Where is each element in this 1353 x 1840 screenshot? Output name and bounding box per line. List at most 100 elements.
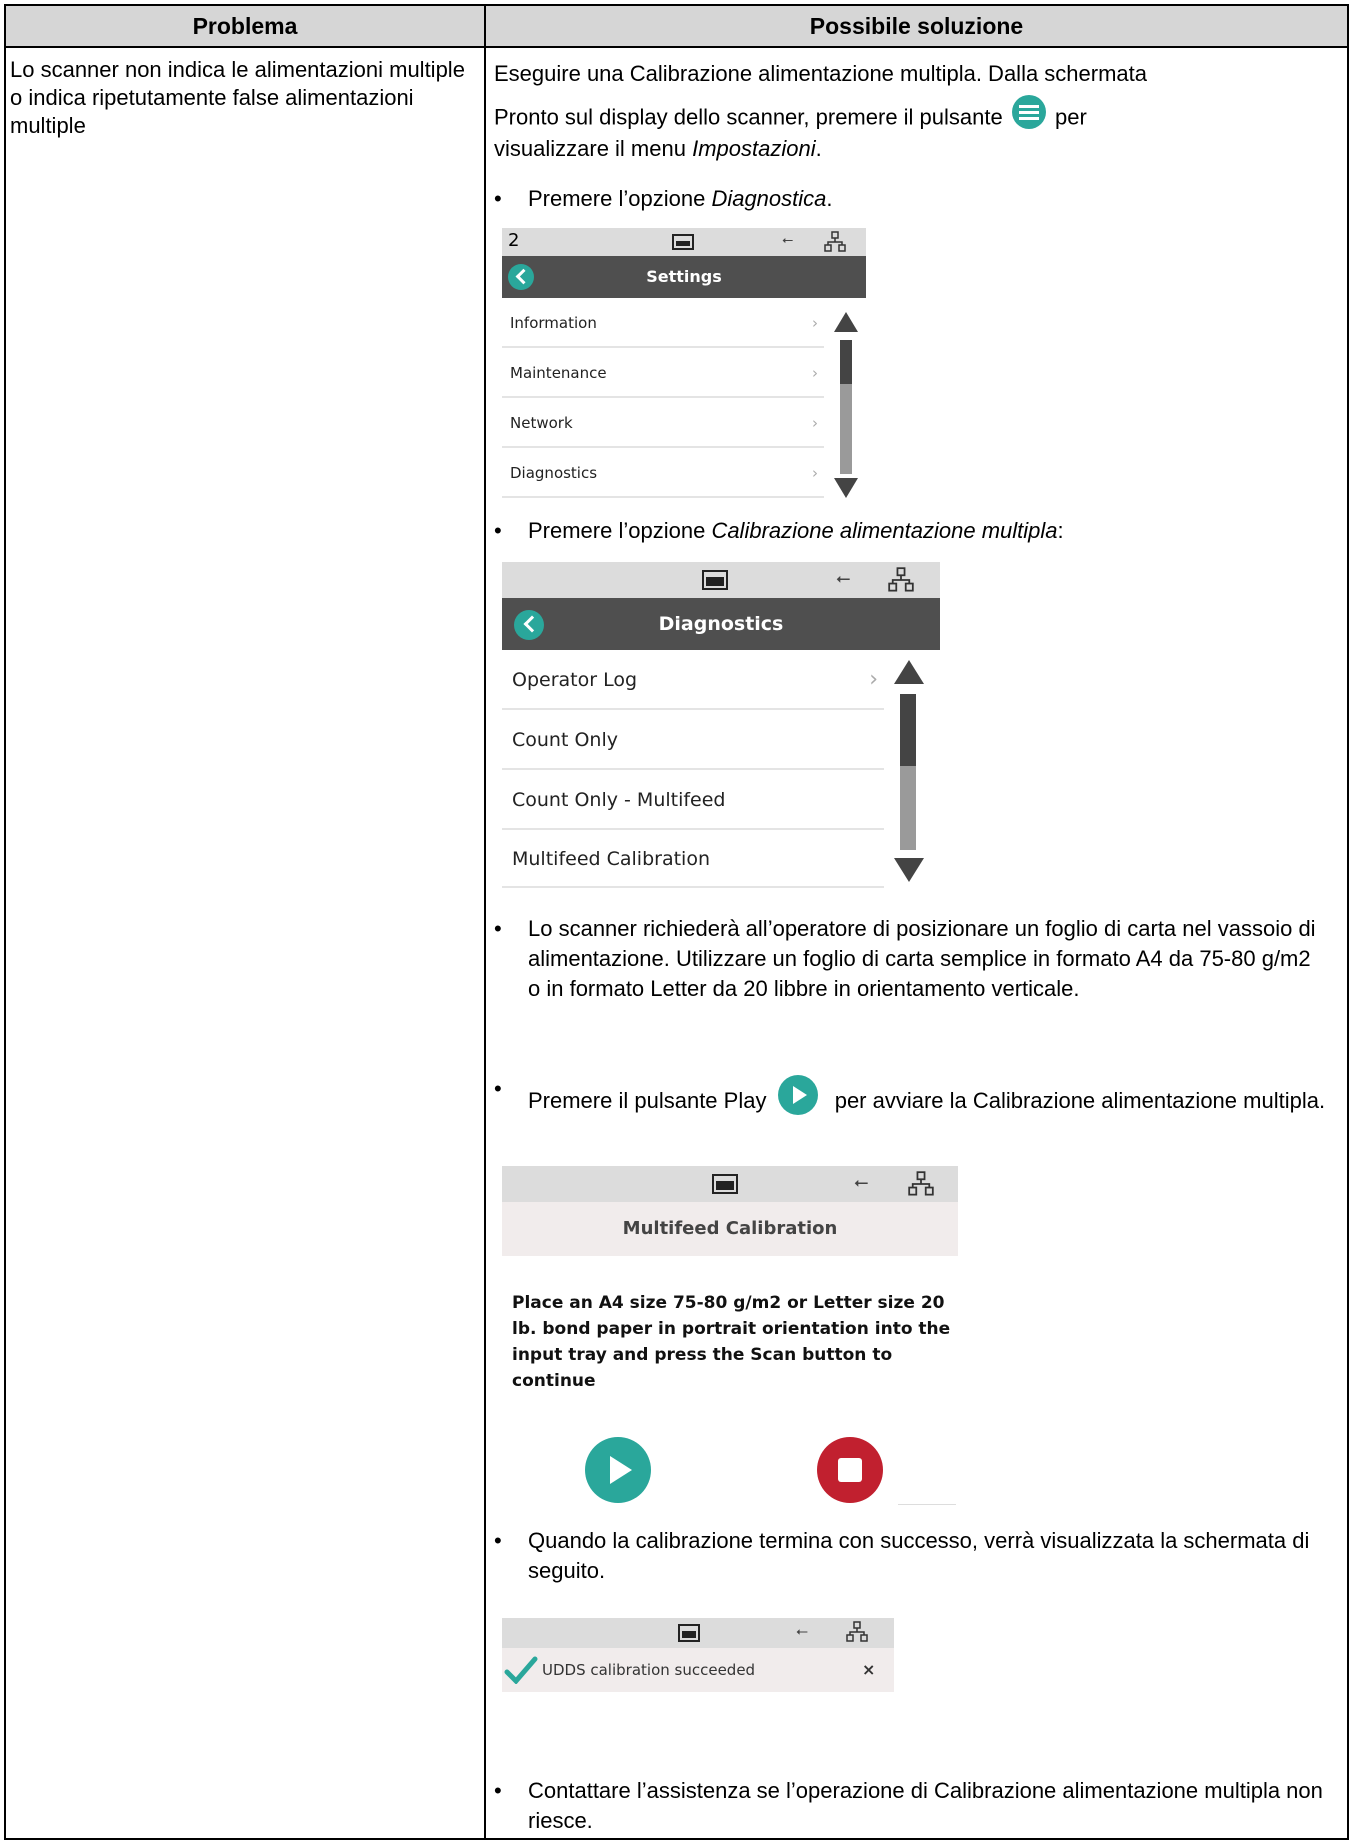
usb-icon: ⭠: [782, 232, 794, 248]
step-1-option: Diagnostica: [711, 186, 827, 211]
usb-icon: ⭠: [836, 568, 851, 589]
bullet: •: [494, 1528, 502, 1553]
step-1-end: .: [826, 186, 833, 211]
scroll-up-icon[interactable]: [834, 312, 858, 332]
scrollbar-thumb[interactable]: [900, 694, 916, 766]
stop-button[interactable]: [816, 1436, 884, 1504]
back-icon[interactable]: [508, 264, 534, 290]
step-2-option: Calibrazione alimentazione multipla: [711, 518, 1058, 543]
item-label: Diagnostics: [510, 464, 598, 482]
usb-icon: ⭠: [796, 1622, 809, 1640]
settings-item-diagnostics[interactable]: Diagnostics ›: [502, 448, 824, 498]
bullet: •: [494, 186, 502, 211]
header-solution: Possibile soluzione: [809, 13, 1024, 39]
item-label: Maintenance: [510, 364, 607, 382]
chevron-right-icon: ›: [812, 414, 818, 432]
settings-screen: 2 ⭠ Settings Information › Maintenance › N…: [502, 228, 866, 498]
scrollbar-thumb[interactable]: [840, 340, 852, 384]
bullet: •: [494, 1076, 502, 1101]
back-icon[interactable]: [514, 610, 544, 640]
item-label: Multifeed Calibration: [512, 848, 710, 870]
step-4-post: per avviare la Calibrazione alimentazion…: [834, 1088, 1326, 1113]
header-problem: Problema: [192, 13, 298, 39]
step-4-pre: Premere il pulsante Play: [528, 1088, 767, 1113]
step-2-text: Premere l’opzione Calibrazione alimentaz…: [528, 516, 1328, 546]
scanner-icon: [672, 234, 694, 250]
diagnostics-screen: ⭠ Diagnostics Operator Log › Count Only C…: [502, 562, 940, 888]
step-6-text: Contattare l’assistenza se l’operazione …: [528, 1778, 1323, 1833]
check-icon: [504, 1656, 538, 1684]
intro-line-2: Pronto sul display dello scanner, premer…: [494, 94, 1334, 134]
settings-menu-name: Impostazioni: [692, 136, 816, 161]
settings-item-network[interactable]: Network ›: [502, 398, 824, 448]
menu-icon: [1011, 94, 1047, 143]
intro-line-3-text: visualizzare il menu: [494, 136, 686, 161]
scanner-icon: [712, 1174, 738, 1194]
divider: [898, 1504, 956, 1505]
status-bar: 2 ⭠: [502, 228, 866, 256]
scanner-icon: [678, 1624, 700, 1642]
intro-line-1: Eseguire una Calibrazione alimentazione …: [494, 61, 1148, 86]
intro-line-2-end: per: [1054, 104, 1087, 130]
table-header: Problema Possibile soluzione: [6, 6, 1347, 48]
item-label: Information: [510, 314, 597, 332]
step-1-text: Premere l’opzione Diagnostica.: [528, 184, 1328, 214]
diagnostics-item-count-only[interactable]: Count Only: [502, 710, 884, 770]
chevron-right-icon: ›: [812, 364, 818, 382]
network-icon: [908, 1171, 934, 1196]
item-label: Operator Log: [512, 669, 638, 691]
intro-line-3: visualizzare il menu Impostazioni.: [494, 134, 1334, 164]
status-number: 2: [508, 230, 520, 251]
play-icon: [777, 1074, 819, 1124]
settings-item-information[interactable]: Information ›: [502, 298, 824, 348]
diagnostics-item-count-only-multifeed[interactable]: Count Only - Multifeed: [502, 770, 884, 830]
scroll-down-icon[interactable]: [894, 858, 924, 882]
success-bar: UDDS calibration succeeded ×: [502, 1648, 894, 1692]
problem-description: Lo scanner non indica le alimentazioni m…: [10, 57, 465, 138]
settings-title-bar: Settings: [502, 256, 866, 298]
step-5-text: Quando la calibrazione termina con succe…: [528, 1528, 1310, 1583]
scrollbar-track[interactable]: [900, 766, 916, 850]
play-button[interactable]: [584, 1436, 652, 1504]
network-icon: [846, 1621, 868, 1642]
diagnostics-title: Diagnostics: [658, 613, 784, 635]
step-4-text: Premere il pulsante Play per avviare la …: [528, 1074, 1328, 1124]
network-icon: [824, 231, 846, 252]
step-3-text: Lo scanner richiederà all’operatore di p…: [528, 916, 1316, 1001]
usb-icon: ⭠: [854, 1172, 869, 1193]
solution-intro: Eseguire una Calibrazione alimentazione …: [494, 54, 1334, 164]
troubleshooting-table: Problema Possibile soluzione Lo scanner …: [4, 4, 1349, 1840]
success-message: UDDS calibration succeeded: [542, 1661, 756, 1679]
scanner-icon: [702, 570, 728, 590]
network-icon: [888, 567, 914, 592]
column-divider: [484, 6, 486, 1838]
close-icon[interactable]: ×: [862, 1648, 875, 1692]
diagnostics-item-multifeed-calibration[interactable]: Multifeed Calibration: [502, 830, 884, 888]
item-label: Network: [510, 414, 573, 432]
calibration-title: Multifeed Calibration: [502, 1202, 958, 1256]
chevron-right-icon: ›: [812, 464, 818, 482]
scrollbar-track[interactable]: [840, 384, 852, 474]
diagnostics-title-bar: Diagnostics: [502, 598, 940, 650]
bullet: •: [494, 518, 502, 543]
settings-title: Settings: [646, 267, 722, 286]
bullet: •: [494, 916, 502, 941]
chevron-right-icon: ›: [812, 314, 818, 332]
scroll-up-icon[interactable]: [894, 660, 924, 684]
item-label: Count Only: [512, 729, 618, 751]
step-2-end: :: [1057, 518, 1064, 543]
intro-line-2-text: Pronto sul display dello scanner, premer…: [494, 104, 1003, 130]
step-2-pre: Premere l’opzione: [528, 518, 706, 543]
diagnostics-item-operator-log[interactable]: Operator Log ›: [502, 650, 884, 710]
step-1-pre: Premere l’opzione: [528, 186, 706, 211]
status-bar: ⭠: [502, 562, 940, 598]
success-screen: ⭠ UDDS calibration succeeded ×: [502, 1618, 894, 1692]
scroll-down-icon[interactable]: [834, 478, 858, 498]
bullet: •: [494, 1778, 502, 1803]
item-label: Count Only - Multifeed: [512, 789, 726, 811]
calibration-screen: ⭠ Multifeed Calibration Place an A4 size…: [502, 1166, 958, 1506]
status-bar: ⭠: [502, 1166, 958, 1202]
intro-line-3-end: .: [815, 136, 822, 161]
settings-item-maintenance[interactable]: Maintenance ›: [502, 348, 824, 398]
status-bar: ⭠: [502, 1618, 894, 1648]
